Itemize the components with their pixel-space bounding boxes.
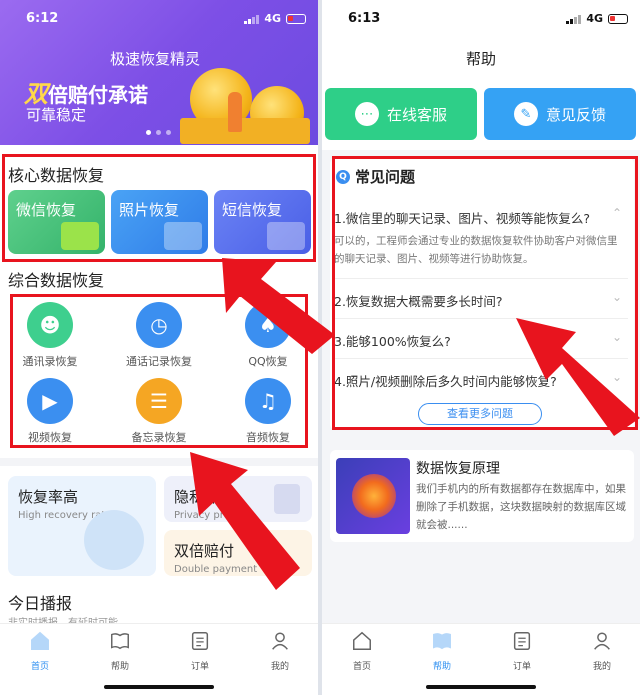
promo-banner[interactable]: 6:12 4G 极速恢复精灵 双倍赔付承诺 可靠稳定: [0, 0, 318, 145]
banner-pager[interactable]: [146, 130, 171, 135]
pager-dot[interactable]: [156, 130, 161, 135]
lock-icon: [274, 484, 300, 514]
feature-title: 双倍赔付: [174, 542, 235, 560]
home-indicator: [426, 685, 536, 689]
pager-dot[interactable]: [166, 130, 171, 135]
battery-icon: [608, 13, 628, 24]
network-label: 4G: [264, 12, 281, 25]
feature-high-recovery: 恢复率高 High recovery rate: [8, 476, 156, 576]
user-icon: [272, 632, 288, 650]
feedback-button[interactable]: ✎ 意见反馈: [484, 88, 636, 140]
status-time: 6:12: [26, 11, 59, 26]
bottom-tab-bar: 首页 帮助 订单 我的: [0, 623, 318, 695]
bottom-tab-bar: 首页 帮助 订单 我的: [322, 623, 640, 695]
button-label: 在线客服: [386, 105, 447, 124]
coin-stack-icon: [180, 118, 310, 144]
upload-arrow-icon: [84, 510, 144, 570]
feature-sub: Double payment: [174, 564, 258, 575]
news-title: 今日播报: [8, 594, 73, 613]
banner-sub: 可靠稳定: [26, 106, 87, 124]
home-icon: [31, 631, 49, 650]
order-icon: [513, 632, 531, 650]
tab-help[interactable]: 帮助: [412, 630, 472, 672]
edit-icon: ✎: [513, 102, 538, 126]
disc-icon: [352, 474, 396, 518]
online-service-button[interactable]: ⋯ 在线客服: [325, 88, 477, 140]
button-label: 意见反馈: [545, 105, 606, 124]
tab-home[interactable]: 首页: [332, 630, 392, 672]
annotation-box-faq: [332, 156, 638, 430]
chat-icon: ⋯: [354, 102, 379, 126]
tab-label: 首页: [30, 662, 49, 672]
pager-dot[interactable]: [146, 130, 151, 135]
book-icon: [111, 633, 129, 650]
tab-label: 帮助: [432, 662, 451, 672]
app-name: 极速恢复精灵: [110, 50, 201, 68]
tab-mine[interactable]: 我的: [572, 630, 632, 672]
tab-label: 订单: [512, 662, 531, 672]
status-time: 6:13: [348, 11, 381, 26]
tab-label: 我的: [592, 662, 611, 672]
feature-title: 恢复率高: [18, 488, 79, 506]
status-bar: 6:13 4G: [322, 0, 640, 38]
tab-help[interactable]: 帮助: [90, 630, 150, 672]
tab-orders[interactable]: 订单: [170, 630, 230, 672]
tab-mine[interactable]: 我的: [250, 630, 310, 672]
person-icon: [228, 92, 242, 132]
section-divider: [0, 458, 318, 466]
network-label: 4G: [586, 12, 603, 25]
order-icon: [191, 632, 209, 650]
tab-label: 我的: [270, 662, 289, 672]
home-icon: [353, 631, 371, 650]
feature-double-payment: 双倍赔付 Double payment: [164, 530, 312, 576]
annotation-box-core: [2, 154, 316, 262]
status-bar: 6:12 4G: [0, 0, 318, 38]
feature-privacy: 隐私保护 Privacy protect: [164, 476, 312, 522]
book-icon: [433, 633, 451, 650]
principle-card[interactable]: 数据恢复原理 我们手机内的所有数据都存在数据库中，如果删除了手机数据，这块数据映…: [330, 450, 634, 542]
right-phone-screen: 6:13 4G 帮助 ⋯ 在线客服 ✎ 意见反馈 Q 常见问题 1.微信里的聊天…: [322, 0, 640, 695]
user-icon: [594, 632, 610, 650]
tab-label: 首页: [352, 662, 371, 672]
left-phone-screen: 6:12 4G 极速恢复精灵 双倍赔付承诺 可靠稳定 核心数据恢复 微信恢复 照…: [0, 0, 318, 695]
annotation-box-general: [10, 294, 308, 448]
battery-icon: [286, 13, 306, 24]
home-indicator: [104, 685, 214, 689]
principle-title: 数据恢复原理: [416, 461, 500, 477]
tab-label: 帮助: [110, 662, 129, 672]
page-title: 帮助: [465, 50, 496, 68]
signal-icon: [244, 14, 260, 24]
tab-home[interactable]: 首页: [10, 630, 70, 672]
signal-icon: [566, 14, 582, 24]
tab-label: 订单: [190, 662, 209, 672]
principle-desc: 我们手机内的所有数据都存在数据库中，如果删除了手机数据，这块数据映射的数据库区域…: [416, 483, 626, 531]
tab-orders[interactable]: 订单: [492, 630, 552, 672]
general-section-title: 综合数据恢复: [8, 271, 105, 290]
principle-thumbnail: [336, 458, 410, 534]
